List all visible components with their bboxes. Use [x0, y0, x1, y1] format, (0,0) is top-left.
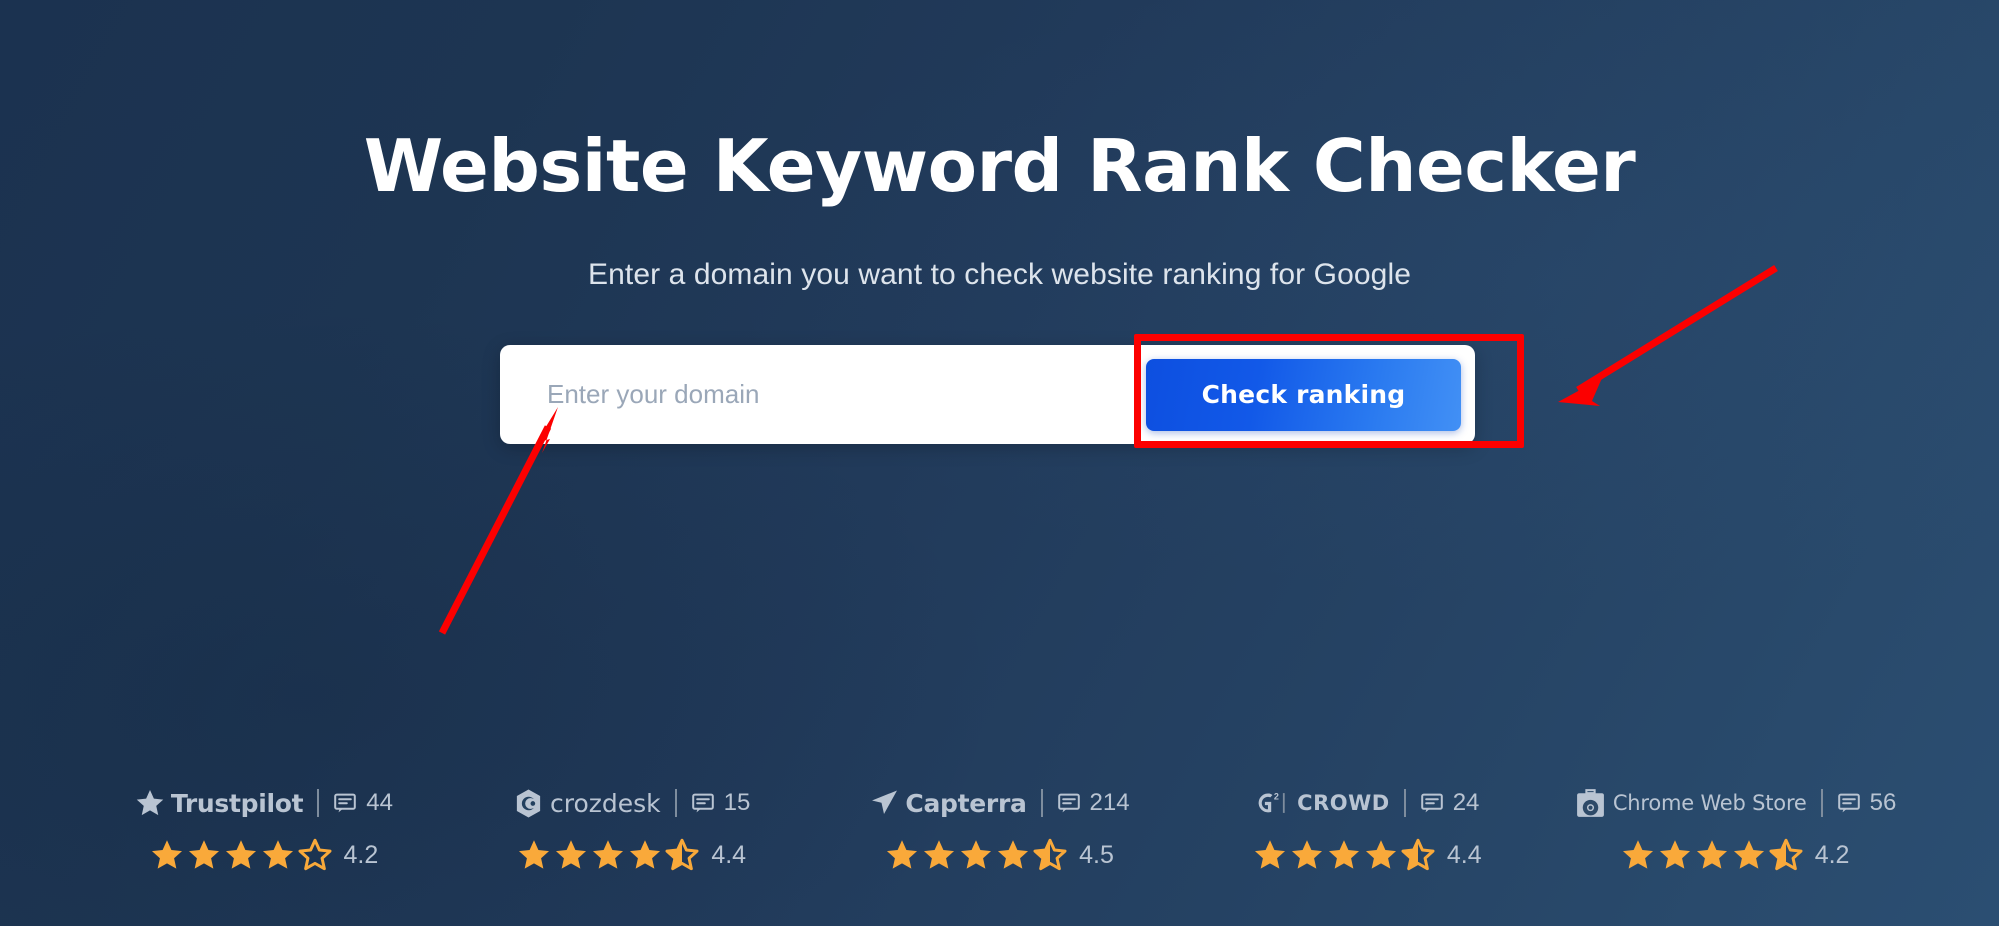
badge-name: CROWD — [1297, 791, 1390, 815]
trustpilot-logo: Trustpilot — [135, 788, 304, 818]
trust-badge-g2crowd[interactable]: 2 CROWD 24 4.4 — [1183, 786, 1551, 872]
review-count-value: 15 — [723, 789, 751, 816]
badge-divider — [1403, 789, 1406, 817]
trust-badge-capterra[interactable]: Capterra 214 4.5 — [816, 786, 1184, 872]
star-full-icon — [959, 838, 993, 872]
badge-rating-row: 4.5 — [885, 838, 1114, 872]
star-rating — [885, 838, 1067, 872]
comment-icon — [1420, 791, 1444, 815]
trust-badge-crozdesk[interactable]: crozdesk 15 4.4 — [448, 786, 816, 872]
star-full-icon — [261, 838, 295, 872]
badge-rating-row: 4.2 — [150, 838, 379, 872]
star-rating — [1621, 838, 1803, 872]
badge-review-count: 24 — [1420, 789, 1480, 817]
star-full-icon — [1732, 838, 1766, 872]
rating-value: 4.4 — [711, 840, 747, 869]
star-half-icon — [665, 838, 699, 871]
badge-divider — [1820, 789, 1823, 817]
star-rating — [1253, 838, 1435, 872]
rating-value: 4.5 — [1079, 840, 1114, 869]
badge-review-count: 15 — [691, 789, 751, 817]
star-full-icon — [1621, 838, 1655, 872]
badge-rating-row: 4.4 — [517, 838, 746, 872]
star-full-icon — [996, 838, 1030, 872]
star-full-icon — [591, 838, 625, 872]
star-rating — [150, 838, 332, 872]
star-full-icon — [1327, 838, 1361, 872]
chrome-web-store-logo: Chrome Web Store — [1574, 787, 1807, 820]
star-half-icon — [1401, 838, 1435, 871]
badge-name: Trustpilot — [170, 788, 304, 818]
badge-name: Chrome Web Store — [1612, 791, 1807, 815]
review-count-value: 24 — [1452, 789, 1480, 816]
trust-badge-chrome-web-store[interactable]: Chrome Web Store 56 4.2 — [1551, 786, 1919, 872]
g2-logo-icon: 2 — [1258, 791, 1285, 813]
page-title: Website Keyword Rank Checker — [363, 124, 1636, 208]
star-full-icon — [1695, 838, 1729, 872]
star-empty-icon — [298, 838, 332, 872]
comment-icon — [1057, 791, 1081, 815]
badge-header: Capterra 214 — [869, 786, 1130, 820]
badge-header: Trustpilot 44 — [135, 786, 393, 820]
hero-section: Website Keyword Rank Checker Enter a dom… — [0, 0, 1999, 926]
star-full-icon — [554, 838, 588, 872]
star-full-icon — [628, 838, 662, 872]
rating-value: 4.2 — [1814, 840, 1850, 869]
badge-header: Chrome Web Store 56 — [1574, 786, 1897, 820]
badge-name: crozdesk — [550, 788, 661, 818]
star-full-icon — [1253, 838, 1287, 872]
star-full-icon — [922, 838, 956, 872]
check-ranking-button[interactable]: Check ranking — [1146, 358, 1461, 431]
star-rating — [517, 838, 699, 872]
badge-header: 2 CROWD 24 — [1255, 786, 1479, 820]
badge-review-count: 56 — [1837, 789, 1897, 817]
review-count-value: 44 — [366, 789, 393, 816]
svg-text:2: 2 — [1274, 791, 1279, 801]
chrome-web-store-icon — [1576, 788, 1604, 817]
star-full-icon — [1658, 838, 1692, 872]
star-full-icon — [1364, 838, 1398, 872]
star-icon — [135, 788, 165, 818]
badge-name: Capterra — [905, 788, 1027, 818]
capterra-arrow-icon — [872, 790, 898, 814]
badge-divider — [317, 789, 320, 817]
comment-icon — [333, 791, 357, 815]
capterra-logo: Capterra — [869, 788, 1027, 818]
g2crowd-logo: 2 CROWD — [1255, 787, 1390, 819]
badge-rating-row: 4.4 — [1253, 838, 1482, 872]
rating-value: 4.4 — [1446, 840, 1482, 869]
domain-input[interactable] — [500, 345, 1146, 444]
star-half-icon — [1033, 838, 1067, 871]
trust-badges-row: Trustpilot 44 4.2 crozdesk 15 4.4 Capter… — [0, 786, 1999, 872]
star-full-icon — [150, 838, 184, 872]
crozdesk-hexagon-icon — [516, 788, 541, 818]
badge-review-count: 214 — [1057, 789, 1130, 817]
crozdesk-logo: crozdesk — [513, 788, 661, 819]
rating-value: 4.2 — [343, 840, 379, 869]
badge-divider — [674, 789, 677, 817]
domain-search-form: Check ranking — [500, 345, 1475, 444]
badge-header: crozdesk 15 — [513, 786, 750, 820]
badge-divider — [1040, 789, 1043, 817]
review-count-value: 56 — [1869, 789, 1897, 816]
trust-badge-trustpilot[interactable]: Trustpilot 44 4.2 — [80, 786, 448, 872]
star-half-icon — [1769, 838, 1803, 871]
star-full-icon — [517, 838, 551, 872]
star-full-icon — [224, 838, 258, 872]
star-full-icon — [1290, 838, 1324, 872]
badge-review-count: 44 — [333, 789, 393, 817]
star-full-icon — [885, 838, 919, 872]
comment-icon — [691, 791, 715, 815]
star-full-icon — [187, 838, 221, 872]
review-count-value: 214 — [1089, 789, 1130, 816]
badge-rating-row: 4.2 — [1621, 838, 1850, 872]
page-subtitle: Enter a domain you want to check website… — [587, 258, 1412, 291]
comment-icon — [1837, 791, 1861, 815]
